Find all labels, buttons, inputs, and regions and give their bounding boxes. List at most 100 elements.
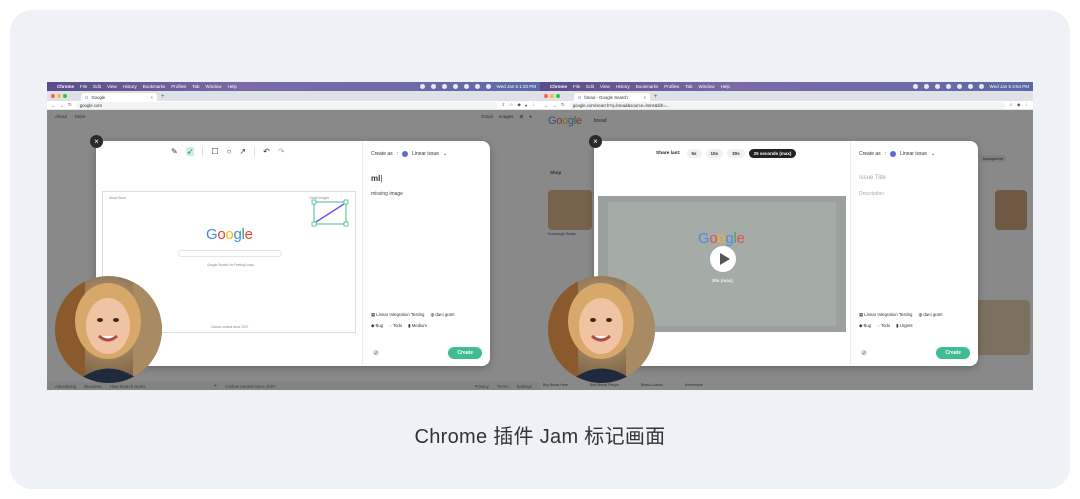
status-icon[interactable] <box>934 84 940 89</box>
menu-tab[interactable]: Tab <box>192 84 199 89</box>
status-icon[interactable] <box>923 84 929 89</box>
create-button[interactable]: Create <box>936 347 970 359</box>
close-window-icon[interactable] <box>544 94 548 98</box>
status-select[interactable]: ◌ Todo <box>389 323 402 329</box>
share-icon[interactable]: ⇪ <box>501 102 505 108</box>
duration-option-selected[interactable]: 25 seconds (max) <box>748 149 797 158</box>
extension-icon[interactable]: ◆ <box>517 102 520 108</box>
status-icon[interactable] <box>452 84 458 89</box>
arrow-icon[interactable]: ↗ <box>239 147 246 156</box>
webcam-bubble[interactable] <box>548 276 655 383</box>
issue-description-input[interactable]: missing image <box>371 191 403 197</box>
status-icon[interactable] <box>912 84 918 89</box>
url-field[interactable]: google.com <box>75 101 498 109</box>
menu-profiles[interactable]: Profiles <box>171 84 186 89</box>
new-tab-icon[interactable]: + <box>654 93 658 101</box>
new-tab-icon[interactable]: + <box>161 93 165 101</box>
status-icon[interactable] <box>945 84 951 89</box>
menu-bookmarks[interactable]: Bookmarks <box>143 84 166 89</box>
paperclip-icon[interactable]: ⊘ <box>861 349 867 357</box>
reload-icon[interactable]: ↻ <box>561 102 565 108</box>
browser-menu-icon[interactable]: ⋮ <box>532 102 537 108</box>
extension-icon[interactable]: ◆ <box>1017 102 1020 108</box>
paperclip-icon[interactable]: ⊘ <box>373 349 379 357</box>
issue-title-input[interactable]: ml| <box>371 174 382 183</box>
status-icon[interactable] <box>485 84 491 89</box>
bookmark-star-icon[interactable]: ☆ <box>1009 102 1013 108</box>
menu-history[interactable]: History <box>123 84 137 89</box>
webcam-bubble[interactable] <box>55 276 162 383</box>
create-button[interactable]: Create <box>448 347 482 359</box>
maximize-window-icon[interactable] <box>63 94 67 98</box>
menu-chrome[interactable]: Chrome <box>550 84 567 89</box>
integration-select[interactable]: Linear issue <box>900 151 927 157</box>
url-field[interactable]: google.com/search?q=bread&source=lmns&bi… <box>568 101 1005 109</box>
bookmark-star-icon[interactable]: ☆ <box>509 102 513 108</box>
close-icon[interactable]: × <box>90 135 103 148</box>
close-window-icon[interactable] <box>51 94 55 98</box>
reload-icon[interactable]: ↻ <box>68 102 72 108</box>
menu-chrome[interactable]: Chrome <box>57 84 74 89</box>
status-icon[interactable] <box>967 84 973 89</box>
back-icon[interactable]: ← <box>544 103 549 108</box>
chevron-down-icon[interactable]: ⌄ <box>931 151 935 157</box>
duration-option[interactable]: 10s <box>705 149 724 158</box>
pen-icon[interactable]: ✎ <box>171 147 178 156</box>
status-icon[interactable] <box>978 84 984 89</box>
back-icon[interactable]: ← <box>51 103 56 108</box>
forward-icon[interactable]: → <box>553 103 558 108</box>
priority-select[interactable]: ▮ Medium <box>408 323 427 329</box>
forward-icon[interactable]: → <box>60 103 65 108</box>
close-icon[interactable]: × <box>589 135 602 148</box>
menu-tab[interactable]: Tab <box>685 84 692 89</box>
cursor-icon[interactable]: ➶ <box>185 147 195 156</box>
status-icon[interactable] <box>430 84 436 89</box>
profile-icon[interactable]: ● <box>525 103 528 108</box>
assignee-select[interactable]: ◍ dani grant <box>918 312 942 318</box>
status-select[interactable]: ◌ Todo <box>877 323 890 329</box>
status-icon[interactable] <box>419 84 425 89</box>
duration-option[interactable]: 5s <box>686 149 702 158</box>
rectangle-icon[interactable]: ☐ <box>211 147 218 156</box>
integration-select[interactable]: Linear issue <box>412 151 439 157</box>
label-select[interactable]: ◆ Bug <box>371 323 383 329</box>
issue-description-input[interactable]: Description <box>859 191 884 197</box>
menu-file[interactable]: File <box>80 84 87 89</box>
undo-icon[interactable]: ↶ <box>263 147 270 156</box>
menu-edit[interactable]: Edit <box>586 84 594 89</box>
menu-help[interactable]: Help <box>228 84 237 89</box>
browser-tab[interactable]: G bread - Google Search × <box>574 93 650 101</box>
menu-view[interactable]: View <box>600 84 610 89</box>
menu-view[interactable]: View <box>107 84 117 89</box>
circle-icon[interactable]: ○ <box>227 147 232 156</box>
status-icon[interactable] <box>463 84 469 89</box>
menu-bookmarks[interactable]: Bookmarks <box>636 84 659 89</box>
status-icon[interactable] <box>956 84 962 89</box>
menu-window[interactable]: Window <box>206 84 222 89</box>
duration-option[interactable]: 30s <box>727 149 745 158</box>
maximize-window-icon[interactable] <box>556 94 560 98</box>
close-tab-icon[interactable]: × <box>150 95 153 100</box>
status-icon[interactable] <box>441 84 447 89</box>
priority-select[interactable]: ▮ Urgent <box>896 323 912 329</box>
annotation-arrow[interactable] <box>311 199 351 227</box>
menu-file[interactable]: File <box>573 84 580 89</box>
assignee-select[interactable]: ◍ dani grant <box>430 312 454 318</box>
menu-history[interactable]: History <box>616 84 630 89</box>
menu-edit[interactable]: Edit <box>93 84 101 89</box>
menu-window[interactable]: Window <box>699 84 715 89</box>
label-select[interactable]: ◆ Bug <box>859 323 871 329</box>
menu-help[interactable]: Help <box>721 84 730 89</box>
minimize-window-icon[interactable] <box>57 94 61 98</box>
browser-menu-icon[interactable]: ⋮ <box>1025 102 1030 108</box>
close-tab-icon[interactable]: × <box>643 95 646 100</box>
chevron-down-icon[interactable]: ⌄ <box>443 151 447 157</box>
redo-icon[interactable]: ↷ <box>278 147 285 156</box>
play-icon[interactable] <box>710 246 736 272</box>
minimize-window-icon[interactable] <box>550 94 554 98</box>
team-select[interactable]: ▦ Linear Integration Testing <box>371 312 424 318</box>
browser-tab[interactable]: G Google × <box>81 93 157 101</box>
issue-title-input[interactable]: Issue Title <box>859 175 886 181</box>
menu-profiles[interactable]: Profiles <box>664 84 679 89</box>
status-icon[interactable] <box>474 84 480 89</box>
